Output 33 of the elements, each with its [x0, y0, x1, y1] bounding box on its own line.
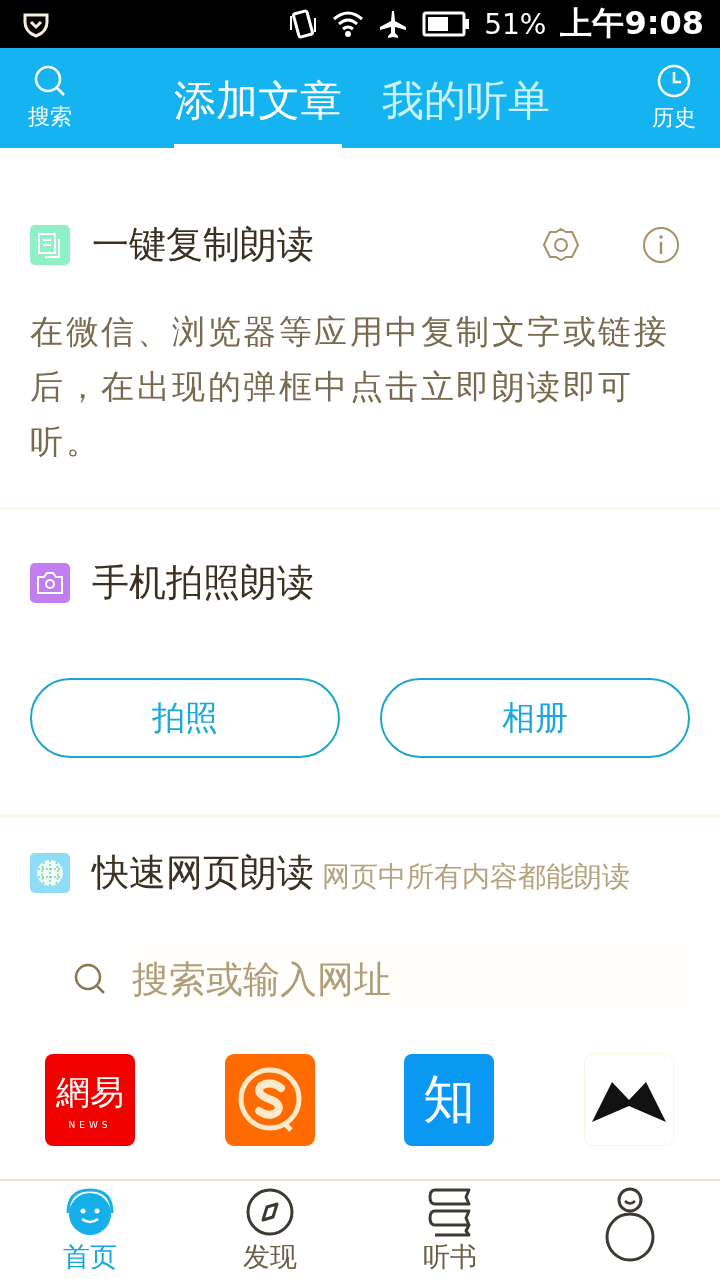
airplane-icon [378, 9, 409, 39]
section-title: 手机拍照朗读 [92, 560, 314, 606]
nav-tab[interactable]: 听书 [360, 1181, 540, 1279]
netease-logo[interactable]: 網易 NEWS [45, 1054, 135, 1146]
section-subtitle: 网页中所有内容都能朗读 [322, 859, 630, 895]
clock-icon [656, 63, 692, 99]
pill-button[interactable]: 相册 [380, 678, 690, 758]
copy-icon [30, 225, 70, 265]
search-icon [33, 64, 67, 98]
tab[interactable]: 添加文章 [174, 48, 342, 148]
description: 在微信、浏览器等应用中复制文字或链接后，在出现的弹框中点击立即朗读即可听。 [30, 311, 670, 463]
pill-button[interactable]: 拍照 [30, 678, 340, 758]
section-title: 一键复制朗读 [92, 222, 314, 268]
history-button[interactable]: 历史 [652, 48, 696, 148]
search-field[interactable]: 搜索或输入网址 [132, 944, 690, 1014]
search-button[interactable]: 搜索 [28, 48, 72, 148]
vibrate-icon [288, 8, 319, 40]
wifi-icon [332, 10, 365, 38]
clock: 上午9:08 [560, 3, 704, 44]
nav-tab[interactable]: 发现 [180, 1181, 360, 1279]
section-title: 快速网页朗读 [92, 850, 314, 896]
globe-icon [30, 853, 70, 893]
nav-tab[interactable]: 首页 [0, 1181, 180, 1279]
tab[interactable]: 我的听单 [382, 48, 550, 148]
compass-icon [245, 1187, 295, 1237]
info-icon[interactable] [642, 226, 680, 264]
zhihu-logo[interactable]: 知 [404, 1054, 495, 1146]
bow-logo[interactable] [583, 1054, 674, 1146]
sogou-logo[interactable] [224, 1054, 315, 1146]
camera-icon [30, 563, 70, 603]
settings-icon[interactable] [542, 226, 580, 264]
battery-icon [422, 11, 471, 37]
battery-percent: 51% [484, 7, 547, 41]
